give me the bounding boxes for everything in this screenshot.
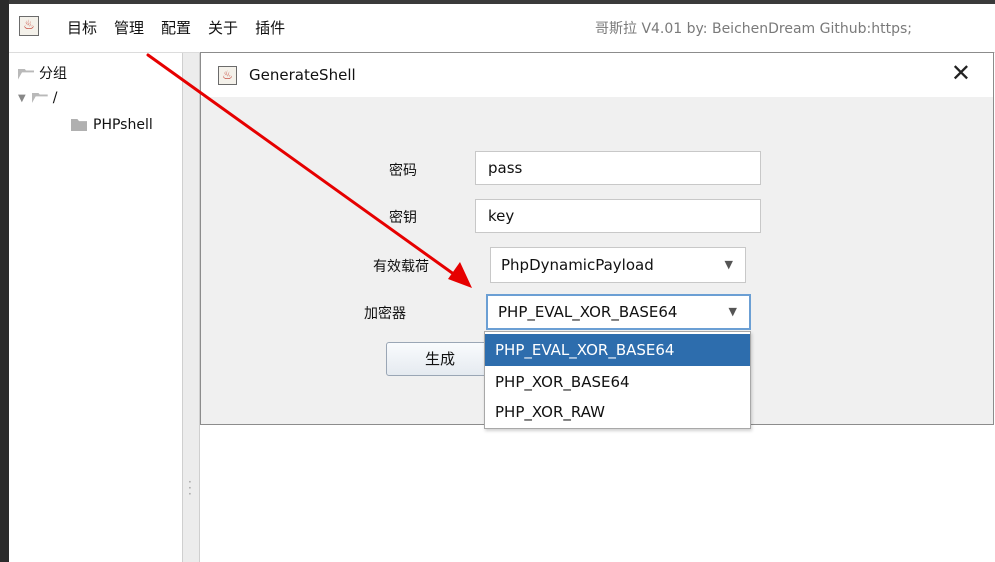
tree-item-label: 分组 [39, 66, 67, 82]
dropdown-option[interactable]: PHP_XOR_BASE64 [485, 366, 750, 398]
menu-manage[interactable]: 管理 [114, 17, 144, 38]
menu-about[interactable]: 关于 [208, 17, 238, 38]
payload-select-value: PhpDynamicPayload [501, 256, 654, 274]
panel-splitter[interactable]: · · · [182, 53, 200, 562]
dropdown-option[interactable]: PHP_XOR_RAW [485, 396, 750, 428]
menu-plugins[interactable]: 插件 [255, 17, 285, 38]
password-label: 密码 [389, 163, 417, 179]
menubar: ♨ 目标 管理 配置 关于 插件 哥斯拉 V4.01 by: BeichenDr… [9, 4, 995, 53]
dialog-titlebar[interactable]: ♨ GenerateShell ✕ [201, 53, 993, 97]
window-left-border [0, 0, 9, 562]
app-icon: ♨ [19, 16, 39, 36]
menu-config[interactable]: 配置 [161, 17, 191, 38]
key-field[interactable]: key [475, 199, 761, 233]
dropdown-arrow-icon: ▼ [728, 305, 737, 318]
tree-item-group[interactable]: 分组 [18, 63, 67, 83]
folder-closed-icon [71, 119, 87, 131]
menu-items: 目标 管理 配置 关于 插件 [67, 17, 285, 38]
tree-item-phpshell[interactable]: PHPshell [71, 117, 153, 133]
close-icon[interactable]: ✕ [951, 59, 971, 87]
cryption-dropdown-list: PHP_EVAL_XOR_BASE64 PHP_XOR_BASE64 PHP_X… [484, 331, 751, 429]
folder-open-icon [18, 68, 34, 80]
app-info-text: 哥斯拉 V4.01 by: BeichenDream Github:https; [595, 21, 912, 37]
dropdown-option[interactable]: PHP_EVAL_XOR_BASE64 [485, 334, 750, 366]
menu-target[interactable]: 目标 [67, 17, 97, 38]
payload-label: 有效载荷 [373, 259, 429, 275]
tree-item-label: PHPshell [93, 117, 153, 133]
key-label: 密钥 [389, 210, 417, 226]
generate-button[interactable]: 生成 [386, 342, 494, 376]
expand-triangle-icon[interactable]: ▼ [18, 93, 26, 104]
cryption-label: 加密器 [364, 306, 406, 322]
tree-panel: 分组 ▼ / PHPshell [9, 53, 183, 562]
dialog-title: GenerateShell [249, 66, 356, 84]
cryption-select[interactable]: PHP_EVAL_XOR_BASE64 ▼ [486, 294, 751, 330]
cryption-select-value: PHP_EVAL_XOR_BASE64 [498, 303, 678, 321]
folder-open-icon [31, 92, 48, 104]
tree-item-root[interactable]: ▼ / [18, 90, 57, 106]
grip-icon: · · · [188, 475, 192, 501]
password-field[interactable]: pass [475, 151, 761, 185]
dropdown-arrow-icon: ▼ [724, 258, 733, 271]
tree-item-label: / [52, 90, 58, 106]
app-icon: ♨ [218, 66, 237, 85]
payload-select[interactable]: PhpDynamicPayload ▼ [490, 247, 746, 283]
